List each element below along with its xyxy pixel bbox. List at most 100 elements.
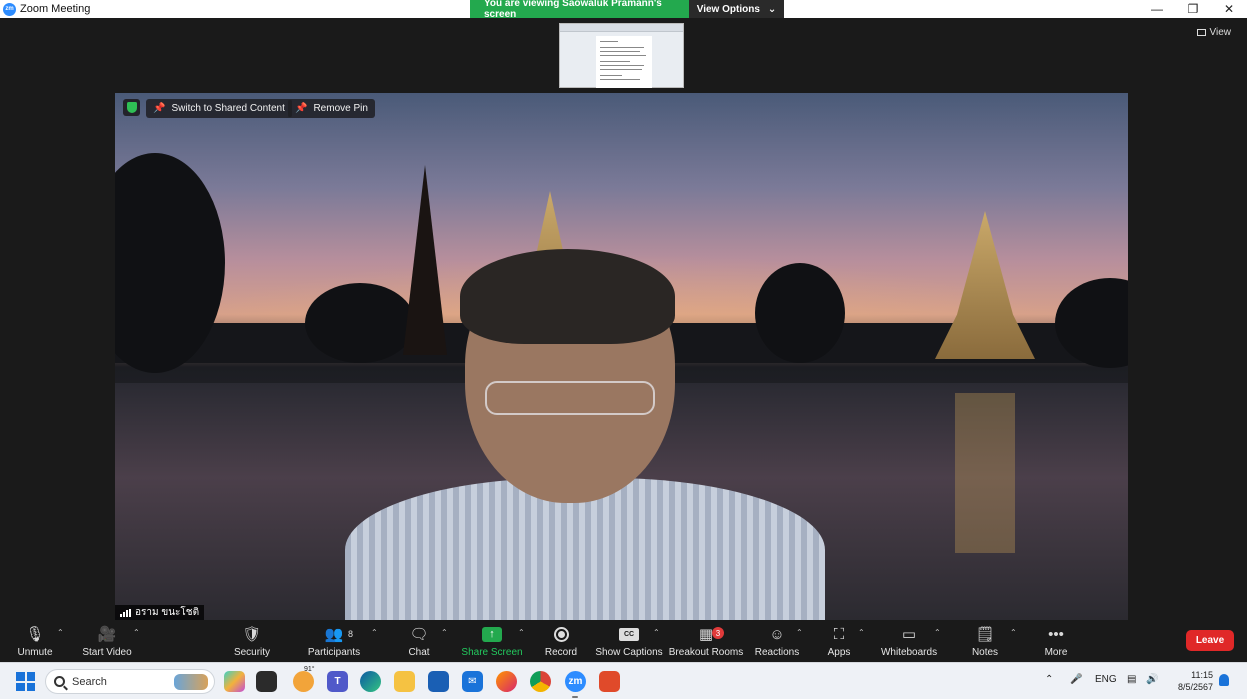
- reactions-options-caret[interactable]: ⌃: [796, 628, 803, 637]
- more-button[interactable]: ••• More: [1043, 624, 1069, 659]
- captions-icon-wrap: CC: [619, 624, 639, 644]
- notes-label: Notes: [971, 647, 999, 658]
- clock-date: 8/5/2567: [1177, 682, 1213, 692]
- task-view-icon[interactable]: [256, 671, 277, 692]
- whiteboards-options-caret[interactable]: ⌃: [934, 628, 941, 637]
- unmute-label: Unmute: [17, 647, 53, 658]
- view-button[interactable]: View: [1196, 27, 1232, 38]
- network-icon[interactable]: ▤: [1127, 674, 1136, 685]
- thumbnail-line: [600, 41, 618, 42]
- volume-icon[interactable]: 🔊: [1146, 674, 1158, 685]
- restore-button[interactable]: ❐: [1175, 0, 1211, 18]
- show-captions-button[interactable]: CC Show Captions: [595, 624, 663, 658]
- search-icon: [54, 676, 65, 687]
- share-screen-button[interactable]: ↑ Share Screen: [461, 624, 523, 658]
- switch-to-shared-content-button[interactable]: 📌 Switch to Shared Content: [146, 99, 292, 118]
- security-button[interactable]: 🛡 Security: [234, 624, 270, 658]
- unmute-button[interactable]: 🎙 Unmute: [17, 624, 53, 658]
- window-controls: — ❐ ✕: [1139, 0, 1247, 18]
- people-icon: 👥: [324, 626, 344, 643]
- show-captions-label: Show Captions: [595, 647, 663, 658]
- video-options-caret[interactable]: ⌃: [133, 628, 140, 637]
- file-explorer-icon[interactable]: [394, 671, 415, 692]
- chat-options-caret[interactable]: ⌃: [441, 628, 448, 637]
- participants-options-caret[interactable]: ⌃: [371, 628, 378, 637]
- notes-button[interactable]: 🗒 Notes: [971, 624, 999, 658]
- whiteboards-button[interactable]: ▭ Whiteboards: [881, 624, 937, 658]
- grid-view-icon: [1196, 29, 1206, 36]
- minimize-button[interactable]: —: [1139, 0, 1175, 18]
- captions-icon: CC: [619, 627, 639, 641]
- weather-icon[interactable]: [293, 671, 314, 692]
- windows-start-icon[interactable]: [16, 672, 35, 691]
- chat-button[interactable]: 🗨 Chat: [408, 624, 429, 658]
- leave-button[interactable]: Leave: [1186, 630, 1234, 651]
- reactions-label: Reactions: [754, 647, 800, 658]
- language-indicator[interactable]: ENG: [1095, 674, 1117, 685]
- microphone-icon[interactable]: 🎤: [1070, 674, 1082, 685]
- copilot-icon[interactable]: [224, 671, 245, 692]
- share-options-caret[interactable]: ⌃: [518, 628, 525, 637]
- breakout-rooms-button[interactable]: ▦ 3 Breakout Rooms: [668, 624, 744, 658]
- shared-screen-thumbnail[interactable]: [559, 23, 684, 88]
- audio-options-caret[interactable]: ⌃: [57, 628, 64, 637]
- record-button[interactable]: Record: [544, 624, 578, 658]
- presentation-app-icon[interactable]: [599, 671, 620, 692]
- reactions-button[interactable]: ☺ Reactions: [754, 624, 800, 659]
- microsoft-store-icon[interactable]: [428, 671, 449, 692]
- mail-icon[interactable]: ✉: [462, 671, 483, 692]
- viewing-banner: You are viewing Saowaluk Pramann's scree…: [470, 0, 784, 20]
- teams-icon[interactable]: T: [327, 671, 348, 692]
- more-dots-icon: •••: [1048, 625, 1064, 643]
- remove-pin-label: Remove Pin: [313, 103, 368, 114]
- start-video-label: Start Video: [82, 647, 132, 658]
- more-label: More: [1044, 647, 1068, 658]
- thumbnail-document-page: [596, 36, 652, 88]
- video-off-icon: 🎥: [97, 626, 117, 643]
- pin-icon: 📌: [153, 103, 166, 114]
- apps-button[interactable]: ⛶ Apps: [827, 624, 851, 659]
- close-button[interactable]: ✕: [1211, 0, 1247, 18]
- start-video-button[interactable]: 🎥 Start Video: [82, 624, 132, 658]
- edge-browser-icon[interactable]: [360, 671, 381, 692]
- share-screen-label: Share Screen: [461, 647, 523, 658]
- show-hidden-icons-chevron-icon[interactable]: ⌃: [1045, 674, 1053, 685]
- firefox-icon[interactable]: [496, 671, 517, 692]
- notification-bell-icon[interactable]: [1219, 674, 1229, 686]
- thumbnail-line: [600, 47, 644, 48]
- record-label: Record: [544, 647, 578, 658]
- remove-pin-button[interactable]: 📌 Remove Pin: [288, 99, 375, 118]
- active-app-indicator: [572, 696, 578, 698]
- participants-label: Participants: [307, 647, 361, 658]
- taskbar-search[interactable]: Search: [45, 669, 215, 694]
- meeting-toolbar: 🎙 Unmute ⌃ 🎥 Start Video ⌃ 🛡 Security 👥 …: [0, 620, 1247, 662]
- participants-button[interactable]: 👥 8 Participants: [307, 624, 361, 658]
- view-options-button[interactable]: View Options ⌄: [689, 0, 784, 18]
- zoom-app-icon[interactable]: zm: [565, 671, 586, 692]
- apps-options-caret[interactable]: ⌃: [858, 628, 865, 637]
- taskbar-clock[interactable]: 11:15 8/5/2567: [1178, 669, 1213, 693]
- switch-label: Switch to Shared Content: [171, 103, 285, 114]
- zoom-window: zm Zoom Meeting — ❐ ✕ You are viewing Sa…: [0, 0, 1247, 662]
- chrome-icon[interactable]: [530, 671, 551, 692]
- breakout-rooms-badge: 3: [712, 627, 724, 639]
- encryption-shield[interactable]: [123, 99, 140, 116]
- apps-label: Apps: [827, 647, 851, 658]
- view-label: View: [1209, 27, 1232, 38]
- captions-options-caret[interactable]: ⌃: [653, 628, 660, 637]
- thumbnail-line: [600, 51, 640, 52]
- notes-options-caret[interactable]: ⌃: [1010, 628, 1017, 637]
- apps-icon: ⛶: [833, 625, 845, 643]
- thumbnail-line: [600, 69, 642, 70]
- clock-time: 11:15: [1191, 670, 1213, 680]
- record-icon-wrap: [553, 624, 569, 644]
- record-icon: [553, 626, 569, 642]
- thumbnail-line: [600, 65, 644, 66]
- thumbnail-line: [600, 75, 622, 76]
- viewing-message: You are viewing Saowaluk Pramann's scree…: [470, 0, 689, 20]
- participant-person: [345, 249, 825, 620]
- thumbnail-line: [600, 55, 646, 56]
- shield-icon: 🛡: [242, 626, 262, 643]
- breakout-rooms-label: Breakout Rooms: [668, 647, 744, 658]
- participants-count: 8: [348, 629, 354, 639]
